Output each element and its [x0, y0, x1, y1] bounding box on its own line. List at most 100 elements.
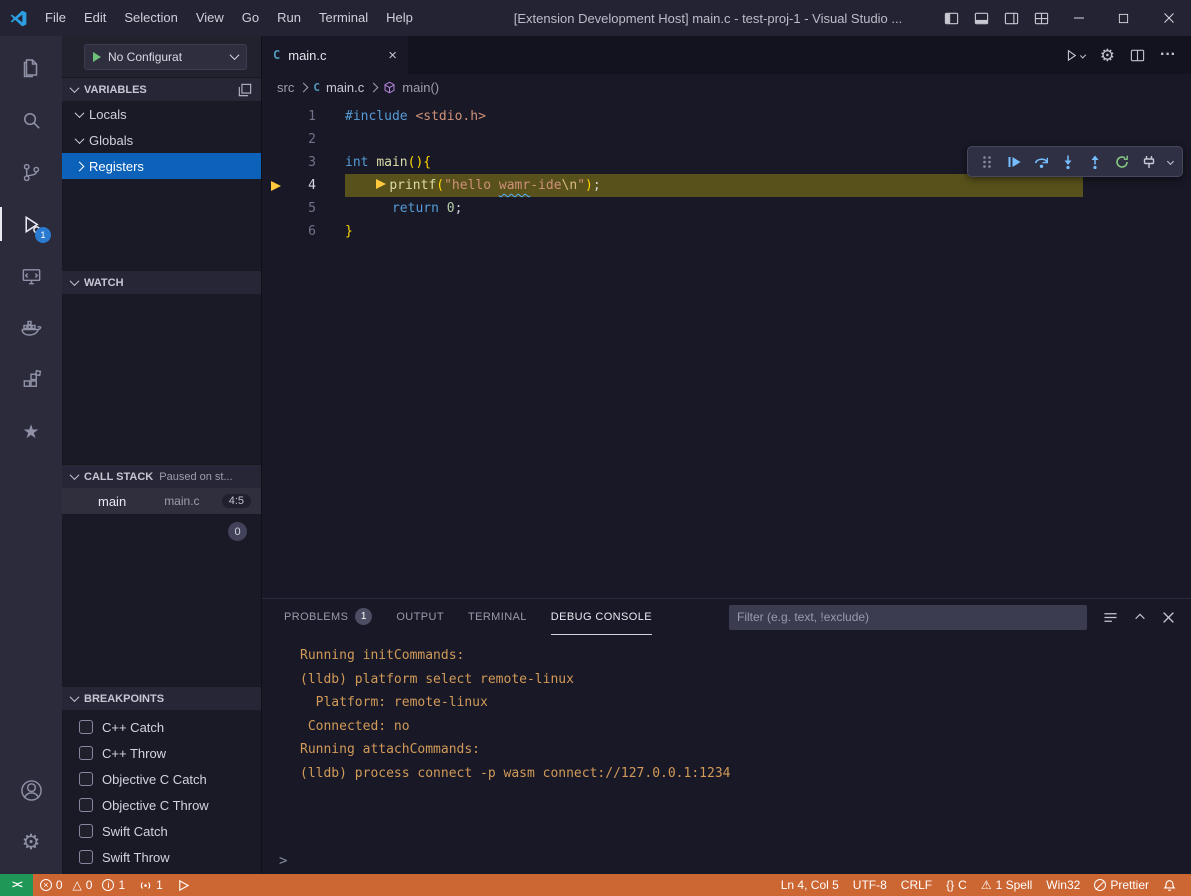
breakpoint-item[interactable]: Objective C Throw [62, 792, 261, 818]
debug-config-dropdown[interactable]: No Configurat [84, 44, 247, 70]
breadcrumb-symbol[interactable]: main() [402, 80, 439, 95]
info-icon: i [102, 879, 114, 891]
debug-status[interactable] [170, 874, 197, 896]
activity-extensions[interactable] [0, 354, 62, 406]
chevron-right-icon [75, 161, 85, 171]
breakpoint-item[interactable]: C++ Throw [62, 740, 261, 766]
code-line[interactable]: 1#include <stdio.h> [262, 105, 1191, 128]
editor-actions: ⚙ ··· [1065, 36, 1191, 74]
toggle-secondary-sidebar-icon[interactable] [996, 0, 1026, 36]
maximize-button[interactable] [1101, 0, 1146, 36]
tab-output[interactable]: OUTPUT [396, 599, 444, 635]
activity-search[interactable] [0, 94, 62, 146]
ports-status[interactable]: 1 [132, 874, 170, 896]
menu-edit[interactable]: Edit [75, 5, 115, 31]
more-actions-icon[interactable]: ··· [1160, 46, 1176, 64]
menu-selection[interactable]: Selection [115, 5, 186, 31]
variables-item-locals[interactable]: Locals [62, 101, 261, 127]
breakpoints-section-header[interactable]: BREAKPOINTS [62, 686, 261, 710]
code-editor[interactable]: 1#include <stdio.h>23int main(){4 printf… [262, 100, 1191, 598]
tab-problems[interactable]: PROBLEMS 1 [284, 599, 372, 635]
menu-terminal[interactable]: Terminal [310, 5, 377, 31]
continue-icon[interactable] [1004, 154, 1024, 170]
activity-docker[interactable] [0, 302, 62, 354]
files-icon [19, 56, 43, 80]
breadcrumb-src[interactable]: src [277, 80, 294, 95]
variables-section-header[interactable]: VARIABLES [62, 77, 261, 101]
disconnect-icon[interactable] [1139, 154, 1159, 170]
step-into-icon[interactable] [1058, 154, 1078, 170]
breakpoint-checkbox[interactable] [79, 720, 93, 734]
formatter-status[interactable]: Prettier [1087, 874, 1156, 896]
close-window-button[interactable] [1146, 0, 1191, 36]
step-over-icon[interactable] [1031, 153, 1051, 170]
notifications-status[interactable] [1156, 874, 1183, 896]
menu-view[interactable]: View [187, 5, 233, 31]
breakpoint-label: C++ Throw [102, 746, 166, 761]
breakpoint-checkbox[interactable] [79, 824, 93, 838]
instruction-arrow-icon [271, 181, 281, 191]
code-line[interactable]: 6} [262, 220, 1191, 243]
split-editor-icon[interactable] [1130, 48, 1145, 63]
start-debug-icon[interactable] [93, 52, 101, 62]
code-token: #include [345, 109, 408, 124]
drag-handle-icon[interactable] [977, 155, 997, 169]
breakpoint-item[interactable]: Swift Catch [62, 818, 261, 844]
watch-section-header[interactable]: WATCH [62, 270, 261, 294]
platform-indicator[interactable]: Win32 [1039, 874, 1087, 896]
problems-status[interactable]: × 0 △ 0 i 1 [33, 874, 132, 896]
tab-main-c[interactable]: C main.c × [262, 36, 408, 74]
run-or-debug-button[interactable] [1065, 47, 1085, 64]
cursor-position[interactable]: Ln 4, Col 5 [774, 874, 846, 896]
code-line[interactable]: 4 printf("hello wamr-ide\n"); [262, 174, 1191, 197]
activity-source-control[interactable] [0, 146, 62, 198]
debug-console-input[interactable]: > [262, 848, 1191, 874]
chevron-down-icon[interactable] [1167, 158, 1174, 165]
breakpoint-item[interactable]: Objective C Catch [62, 766, 261, 792]
customize-layout-icon[interactable] [1026, 0, 1056, 36]
tab-terminal[interactable]: TERMINAL [468, 599, 527, 635]
activity-favorites[interactable]: ★ [0, 406, 62, 458]
settings-gear-icon[interactable]: ⚙ [1100, 47, 1115, 64]
menu-run[interactable]: Run [268, 5, 310, 31]
activity-settings[interactable]: ⚙ [0, 816, 62, 868]
remote-indicator[interactable]: >< [0, 874, 33, 896]
variables-item-globals[interactable]: Globals [62, 127, 261, 153]
activity-accounts[interactable] [0, 764, 62, 816]
menu-file[interactable]: File [36, 5, 75, 31]
breadcrumb-file[interactable]: main.c [326, 80, 364, 95]
activity-run-and-debug[interactable]: 1 [0, 198, 62, 250]
debug-console-output: Running initCommands:(lldb) platform sel… [262, 635, 1191, 848]
code-line[interactable]: 5 return 0; [262, 197, 1191, 220]
breakpoint-checkbox[interactable] [79, 850, 93, 864]
breakpoint-checkbox[interactable] [79, 746, 93, 760]
variables-item-registers[interactable]: Registers [62, 153, 261, 179]
close-panel-icon[interactable] [1162, 611, 1175, 624]
breakpoint-checkbox[interactable] [79, 798, 93, 812]
close-tab-icon[interactable]: × [388, 48, 397, 63]
eol-indicator[interactable]: CRLF [894, 874, 939, 896]
breakpoint-item[interactable]: C++ Catch [62, 714, 261, 740]
breakpoint-item[interactable]: Swift Throw [62, 844, 261, 870]
restart-icon[interactable] [1112, 154, 1132, 170]
minimize-button[interactable] [1056, 0, 1101, 36]
output-settings-icon[interactable] [1103, 610, 1118, 625]
console-filter-input[interactable] [729, 605, 1087, 630]
activity-explorer[interactable] [0, 42, 62, 94]
toggle-panel-icon[interactable] [966, 0, 996, 36]
menu-go[interactable]: Go [233, 5, 268, 31]
encoding-indicator[interactable]: UTF-8 [846, 874, 894, 896]
tab-debug-console[interactable]: DEBUG CONSOLE [551, 599, 652, 635]
spell-checker-status[interactable]: ⚠ 1 Spell [974, 874, 1039, 896]
toggle-sidebar-icon[interactable] [936, 0, 966, 36]
current-instruction-pointer[interactable] [262, 181, 290, 191]
step-out-icon[interactable] [1085, 154, 1105, 170]
activity-remote-explorer[interactable] [0, 250, 62, 302]
breakpoint-checkbox[interactable] [79, 772, 93, 786]
collapse-all-icon[interactable] [238, 83, 252, 97]
maximize-panel-icon[interactable] [1133, 610, 1147, 624]
language-indicator[interactable]: {} C [939, 874, 974, 896]
menu-help[interactable]: Help [377, 5, 422, 31]
stack-frame-row[interactable]: main main.c 4:5 [62, 488, 261, 514]
callstack-section-header[interactable]: CALL STACK Paused on st... [62, 464, 261, 488]
